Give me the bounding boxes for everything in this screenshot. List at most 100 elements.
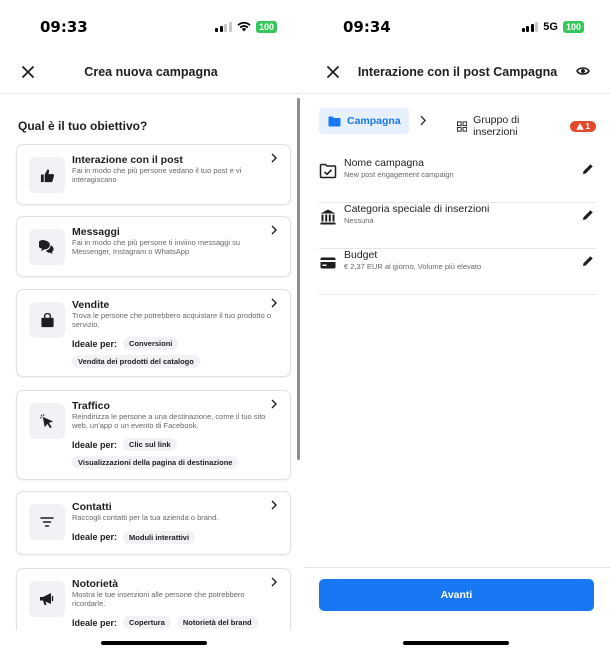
objective-card-awareness[interactable]: Notorietà Mostra le tue inserzioni alle …	[16, 568, 291, 630]
status-icons: 5G 100	[521, 21, 584, 33]
pencil-icon[interactable]	[582, 209, 594, 221]
warning-count: 1	[585, 121, 590, 131]
card-title: Messaggi	[72, 226, 120, 238]
objective-card-leads[interactable]: Contatti Raccogli contatti per la tua az…	[16, 491, 291, 555]
left-screen: 09:33 100 Crea nuova campagna Qual è il …	[0, 0, 302, 655]
card-body: Messaggi Fai in modo che più persone ti …	[72, 226, 272, 256]
objective-card-engagement[interactable]: Interazione con il post Fai in modo che …	[16, 144, 291, 205]
signal-icon	[521, 22, 539, 32]
setting-title: Nome campagna	[344, 157, 424, 169]
setting-value: New post engagement campaign	[344, 170, 454, 179]
card-description: Raccogli contatti per la tua azienda o b…	[72, 513, 219, 522]
chevron-right-icon	[271, 153, 277, 163]
network-type: 5G	[543, 21, 558, 33]
pencil-icon[interactable]	[582, 163, 594, 175]
battery-icon: 100	[562, 21, 584, 33]
objective-card-sales[interactable]: Vendite Trova le persone che potrebbero …	[16, 289, 291, 377]
nav-bar: Crea nuova campagna	[0, 52, 302, 94]
pencil-icon[interactable]	[582, 255, 594, 267]
objective-question: Qual è il tuo obiettivo?	[18, 119, 148, 133]
thumbs-up-icon	[40, 168, 54, 182]
setting-title: Categoria speciale di inserzioni	[344, 203, 490, 215]
card-title: Notorietà	[72, 578, 119, 590]
ideal-for-label: Ideale per:	[72, 439, 118, 450]
setting-text: Categoria speciale di inserzioni Nessuna	[344, 203, 489, 226]
chevron-right-icon	[271, 399, 277, 409]
card-icon-box	[29, 581, 65, 617]
card-description: Trova le persone che potrebbero acquista…	[72, 311, 272, 329]
card-description: Reindirizza le persone a una destinazion…	[72, 412, 266, 430]
setting-campaign-name[interactable]: Nome campagna New post engagement campai…	[319, 157, 596, 203]
chevron-right-icon	[420, 115, 426, 126]
filter-icon	[40, 517, 54, 527]
setting-text: Nome campagna New post engagement campai…	[344, 157, 454, 180]
chevron-right-icon	[271, 225, 277, 235]
folder-icon	[328, 116, 341, 126]
status-bar: 09:33 100	[0, 0, 302, 52]
objective-card-messages[interactable]: Messaggi Fai in modo che più persone ti …	[16, 216, 291, 277]
page-title: Interazione con il post Campagna	[357, 65, 558, 79]
home-indicator[interactable]	[403, 641, 509, 645]
megaphone-icon	[40, 593, 54, 605]
ideal-chip: Copertura	[123, 616, 171, 629]
setting-value: € 2,37 EUR al giorno, Volume più elevato	[344, 262, 482, 271]
card-description: Fai in modo che più persone ti inviino m…	[72, 238, 241, 256]
next-button[interactable]: Avanti	[319, 579, 594, 611]
setting-text: Budget € 2,37 EUR al giorno, Volume più …	[344, 249, 481, 272]
card-body: Notorietà Mostra le tue inserzioni alle …	[72, 578, 272, 629]
card-description: Mostra le tue inserzioni alle persone ch…	[72, 590, 245, 608]
chevron-right-icon	[271, 298, 277, 308]
card-body: Traffico Reindirizza le persone a una de…	[72, 400, 272, 469]
ideal-for-label: Ideale per:	[72, 532, 118, 542]
objective-list[interactable]: Qual è il tuo obiettivo? Interazione con…	[0, 95, 302, 630]
card-title: Interazione con il post	[72, 154, 183, 166]
ideal-chip: Visualizzazioni della pagina di destinaz…	[72, 456, 239, 469]
setting-value: Nessuna	[344, 216, 374, 225]
scrollbar[interactable]	[297, 98, 300, 460]
breadcrumb-campaign[interactable]: Campagna	[319, 108, 409, 134]
bank-icon	[320, 209, 336, 225]
card-icon-box	[29, 403, 65, 439]
setting-title: Budget	[344, 249, 378, 261]
card-body: Interazione con il post Fai in modo che …	[72, 154, 272, 184]
shopping-bag-icon	[40, 312, 54, 327]
card-body: Vendite Trova le persone che potrebbero …	[72, 299, 272, 368]
folder-check-icon	[319, 163, 337, 179]
warning-badge: 1	[569, 120, 596, 132]
chip-row: Vendita dei prodotti del catalogo	[72, 355, 272, 368]
page-title: Crea nuova campagna	[84, 65, 218, 79]
card-body: Contatti Raccogli contatti per la tua az…	[72, 501, 272, 544]
ideal-for-row: Ideale per: Copertura Notorietà del bran…	[72, 616, 272, 629]
breadcrumb-adset[interactable]: Gruppo di inserzioni 1	[457, 114, 596, 138]
home-indicator[interactable]	[101, 641, 207, 645]
card-icon-box	[29, 504, 65, 540]
card-title: Vendite	[72, 299, 110, 311]
signal-icon	[215, 22, 232, 32]
status-bar: 09:34 5G 100	[305, 0, 610, 52]
status-time: 09:33	[40, 18, 88, 36]
card-title: Traffico	[72, 400, 110, 412]
wifi-icon	[237, 22, 251, 32]
card-title: Contatti	[72, 501, 112, 513]
nav-bar: Interazione con il post Campagna	[305, 52, 610, 94]
ideal-for-row: Ideale per: Conversioni	[72, 337, 272, 350]
setting-budget[interactable]: Budget € 2,37 EUR al giorno, Volume più …	[319, 249, 596, 295]
footer-divider	[305, 567, 610, 568]
warning-icon	[575, 122, 584, 130]
breadcrumb-campaign-label: Campagna	[347, 115, 401, 127]
ideal-for-label: Ideale per:	[72, 338, 118, 349]
card-icon-box	[29, 229, 65, 265]
status-time: 09:34	[343, 18, 391, 36]
chevron-right-icon	[271, 577, 277, 587]
ideal-chip: Moduli interattivi	[123, 530, 196, 544]
eye-icon[interactable]	[576, 65, 590, 77]
card-icon-box	[29, 157, 65, 193]
ideal-for-row: Ideale per: Clic sul link	[72, 438, 272, 451]
card-description: Fai in modo che più persone vedano il tu…	[72, 166, 242, 184]
objective-card-traffic[interactable]: Traffico Reindirizza le persone a una de…	[16, 390, 291, 480]
credit-card-icon	[320, 257, 336, 269]
ideal-chip: Conversioni	[123, 337, 179, 350]
setting-special-category[interactable]: Categoria speciale di inserzioni Nessuna	[319, 203, 596, 249]
chat-bubbles-icon	[39, 240, 54, 254]
chip-row: Visualizzazioni della pagina di destinaz…	[72, 456, 272, 469]
